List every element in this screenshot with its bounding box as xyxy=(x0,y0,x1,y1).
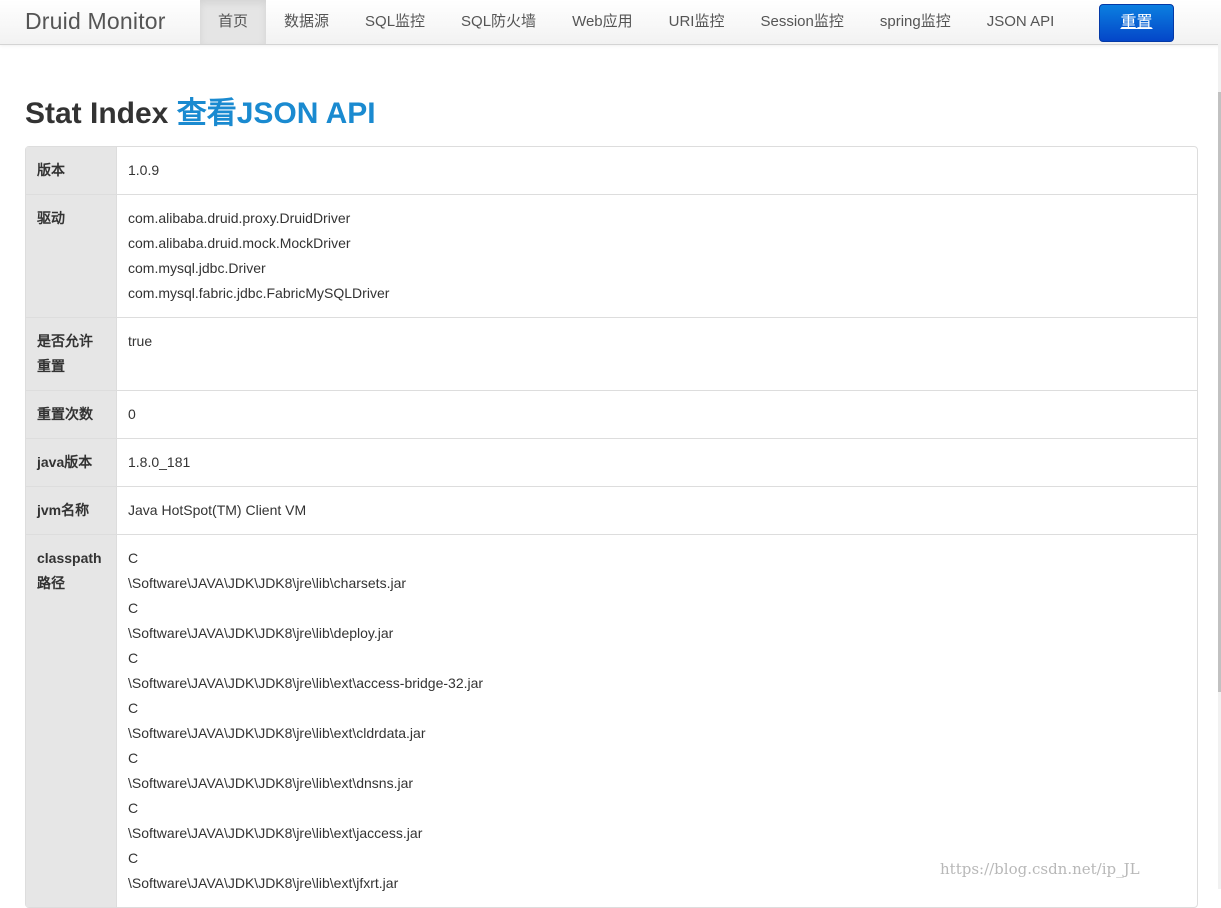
value-line: \Software\JAVA\JDK\JDK8\jre\lib\deploy.j… xyxy=(128,625,394,641)
value-line: com.alibaba.druid.proxy.DruidDriver xyxy=(128,210,351,226)
nav-item-spring-monitor[interactable]: spring监控 xyxy=(862,0,969,44)
brand-logo[interactable]: Druid Monitor xyxy=(25,8,166,35)
row-label: 驱动 xyxy=(26,194,117,317)
nav-menu: 首页 数据源 SQL监控 SQL防火墙 Web应用 URI监控 Session监… xyxy=(200,0,1072,44)
table-row: jvm名称 Java HotSpot(TM) Client VM xyxy=(26,486,1197,534)
value-line: \Software\JAVA\JDK\JDK8\jre\lib\ext\acce… xyxy=(128,675,484,691)
value-line: \Software\JAVA\JDK\JDK8\jre\lib\charsets… xyxy=(128,575,407,591)
row-value: C \Software\JAVA\JDK\JDK8\jre\lib\charset… xyxy=(117,534,1197,907)
row-value: true xyxy=(117,317,1197,390)
value-line: 1.8.0_181 xyxy=(128,454,191,470)
table-row: 驱动 com.alibaba.druid.proxy.DruidDriver com… xyxy=(26,194,1197,317)
table-row: java版本 1.8.0_181 xyxy=(26,438,1197,486)
nav-item-uri-monitor[interactable]: URI监控 xyxy=(651,0,743,44)
table-row: 版本 1.0.9 xyxy=(26,147,1197,194)
nav-item-json-api[interactable]: JSON API xyxy=(969,0,1073,44)
nav-item-session-monitor[interactable]: Session监控 xyxy=(742,0,861,44)
table-row: 重置次数 0 xyxy=(26,390,1197,438)
row-label: jvm名称 xyxy=(26,486,117,534)
value-line: com.alibaba.druid.mock.MockDriver xyxy=(128,235,351,251)
value-line: C xyxy=(128,800,139,816)
row-value: Java HotSpot(TM) Client VM xyxy=(117,486,1197,534)
value-line: C xyxy=(128,700,139,716)
stat-info-table: 版本 1.0.9 驱动 com.alibaba.druid.proxy.DruidDr… xyxy=(25,146,1198,908)
row-value: 0 xyxy=(117,390,1197,438)
reset-button[interactable]: 重置 xyxy=(1099,4,1174,42)
row-value: com.alibaba.druid.proxy.DruidDriver com.a… xyxy=(117,194,1197,317)
nav-item-home[interactable]: 首页 xyxy=(200,0,267,44)
nav-item-sql-monitor[interactable]: SQL监控 xyxy=(347,0,443,44)
table-row: classpath路径 C \Software\JAVA\JDK\JDK8\jre\… xyxy=(26,534,1197,907)
table-row: 是否允许重置 true xyxy=(26,317,1197,390)
nav-item-sql-firewall[interactable]: SQL防火墙 xyxy=(443,0,554,44)
value-line: com.mysql.jdbc.Driver xyxy=(128,260,266,276)
watermark: https://blog.csdn.net/ip_JL xyxy=(940,860,1140,878)
row-value: 1.0.9 xyxy=(117,147,1197,194)
value-line: C xyxy=(128,600,139,616)
value-line: C xyxy=(128,650,139,666)
nav-item-datasource[interactable]: 数据源 xyxy=(266,0,347,44)
row-label: 重置次数 xyxy=(26,390,117,438)
row-label: classpath路径 xyxy=(26,534,117,907)
value-line: 1.0.9 xyxy=(128,162,160,178)
value-line: \Software\JAVA\JDK\JDK8\jre\lib\ext\dnsn… xyxy=(128,775,414,791)
page-title-text: Stat Index xyxy=(25,97,169,130)
row-label: 版本 xyxy=(26,147,117,194)
value-line: C xyxy=(128,550,139,566)
row-label: 是否允许重置 xyxy=(26,317,117,390)
row-label: java版本 xyxy=(26,438,117,486)
value-line: \Software\JAVA\JDK\JDK8\jre\lib\ext\jacc… xyxy=(128,825,423,841)
value-line: Java HotSpot(TM) Client VM xyxy=(128,502,307,518)
value-line: \Software\JAVA\JDK\JDK8\jre\lib\ext\cldr… xyxy=(128,725,426,741)
top-navbar: Druid Monitor 首页 数据源 SQL监控 SQL防火墙 Web应用 … xyxy=(0,0,1221,45)
page-title: Stat Index 查看JSON API xyxy=(25,88,376,132)
value-line: com.mysql.fabric.jdbc.FabricMySQLDriver xyxy=(128,285,390,301)
nav-item-web-app[interactable]: Web应用 xyxy=(554,0,651,44)
value-line: true xyxy=(128,333,153,349)
value-line: C xyxy=(128,750,139,766)
json-api-link[interactable]: 查看JSON API xyxy=(177,97,376,130)
value-line: 0 xyxy=(128,406,136,422)
row-value: 1.8.0_181 xyxy=(117,438,1197,486)
